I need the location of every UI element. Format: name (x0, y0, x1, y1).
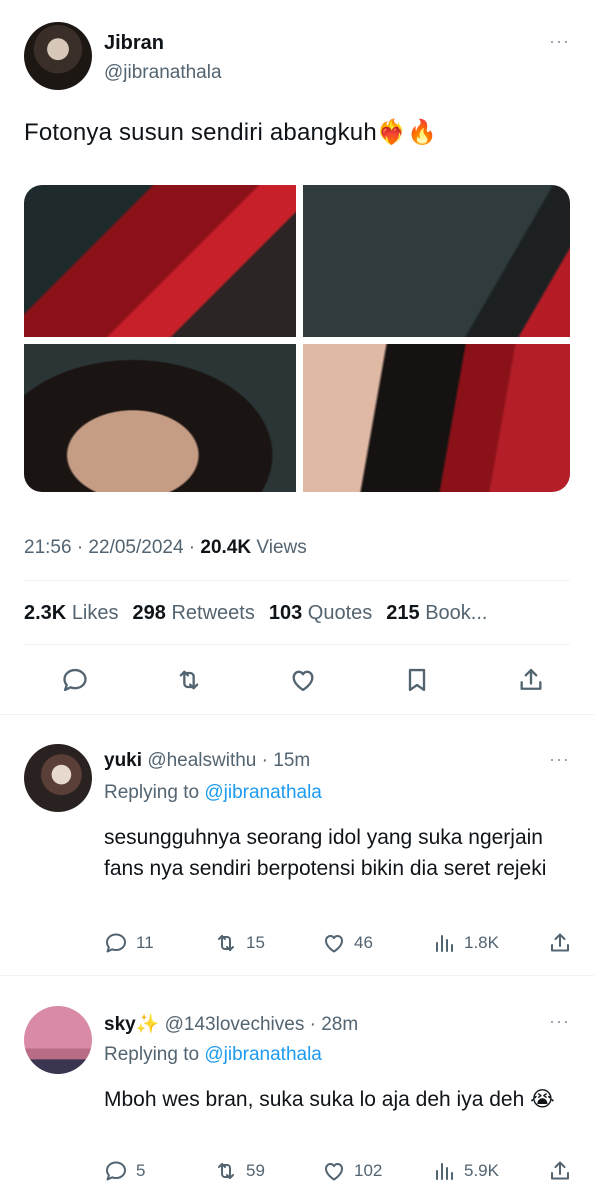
author-handle[interactable]: @jibranathala (104, 62, 222, 84)
share-button[interactable] (548, 929, 572, 957)
views-button[interactable]: 5.9K (432, 1157, 499, 1185)
like-button[interactable]: 46 (322, 929, 373, 957)
reply-time[interactable]: 15m (273, 750, 310, 771)
replying-to-label: Replying to (104, 782, 205, 803)
reply-count: 5 (136, 1161, 146, 1180)
reply-text: Mboh wes bran, suka suka lo aja deh iya … (104, 1088, 555, 1111)
bookmark-icon (408, 668, 426, 692)
tweet-action-bar (58, 663, 548, 697)
views-count: 5.9K (464, 1161, 499, 1180)
likes-stat[interactable]: 2.3K Likes (24, 602, 119, 624)
reply-tweet[interactable]: sky✨ @143lovechives · 28m ··· Replying t… (0, 1006, 594, 1200)
like-icon (325, 935, 343, 953)
retweet-button[interactable] (172, 663, 206, 697)
reply-author-handle[interactable]: @healswithu (147, 750, 256, 771)
views-count: 20.4K (200, 537, 252, 558)
like-button[interactable]: 102 (322, 1157, 382, 1185)
reply-action-bar: 11 15 46 1.8K (104, 929, 572, 957)
tweet-media-grid (24, 185, 570, 492)
share-button[interactable] (548, 1157, 572, 1185)
divider (0, 714, 594, 715)
tweet-stats: 2.3K Likes 298 Retweets 103 Quotes 215 Book… (24, 602, 487, 625)
views-icon (436, 1163, 453, 1180)
bookmarks-stat[interactable]: 215 Book... (386, 602, 487, 624)
share-button[interactable] (514, 663, 548, 697)
divider (0, 975, 594, 976)
reply-time[interactable]: 28m (321, 1014, 358, 1035)
retweets-count: 298 (132, 602, 166, 624)
likes-count: 2.3K (24, 602, 67, 624)
quotes-stat[interactable]: 103 Quotes (269, 602, 372, 624)
tweet-author: Jibran @jibranathala ··· (24, 22, 570, 92)
share-icon (520, 668, 542, 690)
replying-to-label: Replying to (104, 1044, 205, 1065)
like-count: 102 (354, 1161, 383, 1180)
bookmark-button[interactable] (400, 663, 434, 697)
author-avatar[interactable] (24, 22, 92, 90)
reply-author-name[interactable]: yuki (104, 750, 142, 771)
tweet-timestamp[interactable]: 21:56 · 22/05/2024 · (24, 537, 200, 558)
tweet-meta: 21:56 · 22/05/2024 · 20.4K Views (24, 537, 307, 559)
more-icon[interactable]: ··· (549, 1012, 570, 1030)
replying-to: Replying to @jibranathala (104, 782, 322, 804)
like-count: 46 (354, 933, 373, 952)
views-count: 1.8K (464, 933, 499, 952)
reply-header: yuki @healswithu · 15m (104, 750, 311, 771)
reply-header: sky✨ @143lovechives · 28m (104, 1014, 359, 1035)
author-name[interactable]: Jibran (104, 32, 164, 55)
quotes-label: Quotes (307, 602, 373, 624)
tweet-photo-2[interactable] (303, 185, 570, 337)
tweet-photo-3[interactable] (24, 344, 296, 492)
tweet-photo-4[interactable] (303, 344, 570, 492)
views-icon (436, 935, 453, 952)
replying-to: Replying to @jibranathala (104, 1044, 322, 1066)
replying-to-link[interactable]: @jibranathala (204, 1044, 322, 1065)
reply-author-handle[interactable]: @143lovechives (165, 1014, 305, 1035)
like-button[interactable] (286, 663, 320, 697)
share-icon (551, 933, 569, 952)
more-icon[interactable]: ··· (549, 750, 570, 768)
like-icon (325, 1163, 343, 1181)
bookmarks-label: Book... (425, 602, 488, 624)
retweet-icon (218, 1163, 234, 1179)
reply-icon (106, 1161, 126, 1181)
views-button[interactable]: 1.8K (432, 929, 499, 957)
reply-icon (63, 668, 87, 692)
tweet-photo-1[interactable] (24, 185, 296, 337)
retweets-label: Retweets (171, 602, 255, 624)
reply-count: 11 (136, 933, 154, 952)
retweets-stat[interactable]: 298 Retweets (133, 602, 255, 624)
reply-button[interactable]: 5 (104, 1157, 145, 1185)
more-icon[interactable]: ··· (549, 32, 570, 50)
reply-icon (106, 933, 126, 953)
retweet-count: 59 (246, 1161, 265, 1180)
reply-avatar[interactable] (24, 1006, 92, 1074)
retweet-button[interactable]: 15 (214, 929, 265, 957)
like-icon (292, 670, 314, 692)
divider (24, 644, 570, 645)
share-icon (551, 1161, 569, 1180)
divider (24, 580, 570, 581)
retweet-count: 15 (246, 933, 265, 952)
quotes-count: 103 (268, 602, 303, 624)
views-label: Views (251, 537, 307, 558)
retweet-icon (218, 935, 234, 951)
reply-button[interactable] (58, 663, 92, 697)
tweet-text: Fotonya susun sendiri abangkuh❤️‍🔥🔥 (24, 119, 438, 146)
reply-avatar[interactable] (24, 744, 92, 812)
retweet-icon (179, 670, 199, 690)
reply-text: sesungguhnya seorang idol yang suka nger… (104, 826, 547, 880)
reply-action-bar: 5 59 102 5.9K (104, 1157, 572, 1185)
bookmarks-count: 215 (386, 602, 420, 624)
replying-to-link[interactable]: @jibranathala (204, 782, 322, 803)
reply-tweet[interactable]: yuki @healswithu · 15m ··· Replying to @… (0, 744, 594, 956)
reply-button[interactable]: 11 (104, 929, 154, 957)
reply-author-name[interactable]: sky✨ (104, 1014, 159, 1035)
retweet-button[interactable]: 59 (214, 1157, 265, 1185)
likes-label: Likes (71, 602, 119, 624)
